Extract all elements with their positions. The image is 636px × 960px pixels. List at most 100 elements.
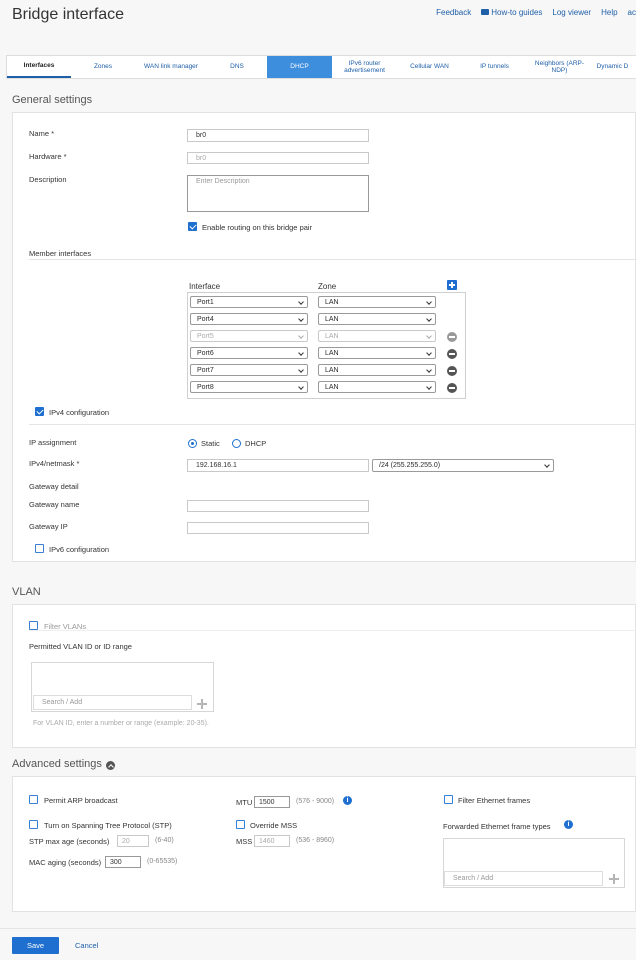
tab-ip-tunnels[interactable]: IP tunnels [462, 56, 527, 78]
member-zone-select[interactable]: LAN [318, 381, 436, 393]
mac-aging-hint: (0-65535) [147, 858, 178, 865]
filter-frames-label: Filter Ethernet frames [458, 796, 531, 805]
vlan-title: VLAN [12, 586, 41, 598]
netmask-label: IPv4/netmask * [29, 459, 80, 468]
advanced-settings-title: Advanced settings [12, 758, 102, 770]
mss-label: MSS [236, 837, 253, 846]
permitted-vlan-label: Permitted VLAN ID or ID range [29, 642, 132, 651]
tab-zones[interactable]: Zones [71, 56, 135, 78]
tab-dhcp[interactable]: DHCP [267, 56, 332, 78]
tab-dynamic-dns[interactable]: Dynamic D [592, 56, 633, 78]
frame-types-label: Forwarded Ethernet frame types [443, 822, 551, 831]
top-links: Feedback How-to guides Log viewer Help a… [436, 8, 636, 17]
save-button[interactable]: Save [12, 937, 59, 954]
logviewer-link[interactable]: Log viewer [552, 8, 591, 17]
mac-aging-input[interactable]: 300 [105, 856, 141, 868]
help-link[interactable]: Help [601, 8, 617, 17]
filter-frames-checkbox[interactable] [444, 795, 453, 804]
member-zone-select[interactable]: LAN [318, 313, 436, 325]
tab-wan-link-manager[interactable]: WAN link manager [135, 56, 207, 78]
member-port-select[interactable]: Port6 [190, 347, 308, 359]
member-zone-select[interactable]: LAN [318, 296, 436, 308]
member-zone-select[interactable]: LAN [318, 364, 436, 376]
member-port-select[interactable]: Port8 [190, 381, 308, 393]
general-settings-title: General settings [12, 94, 93, 106]
vlan-add-icon[interactable] [197, 699, 207, 709]
tab-neighbors[interactable]: Neighbors (ARP-NDP) [527, 56, 592, 78]
member-port-select: Port5 [190, 330, 308, 342]
description-placeholder: Enter Description [196, 178, 250, 185]
name-input[interactable]: br0 [187, 129, 369, 142]
static-label: Static [201, 439, 220, 448]
member-interfaces-label: Member interfaces [29, 249, 92, 258]
name-label: Name * [29, 129, 55, 138]
collapse-icon[interactable] [106, 761, 115, 770]
member-divider [29, 259, 636, 260]
ip-address-input[interactable]: 192.168.16.1 [187, 459, 369, 472]
ipv6-label: IPv6 configuration [49, 545, 110, 554]
remove-member-icon [447, 332, 457, 342]
remove-member-icon[interactable] [447, 383, 457, 393]
mss-input: 1460 [254, 835, 290, 847]
ip-assignment-label: IP assignment [29, 438, 77, 447]
howto-link[interactable]: How-to guides [481, 8, 542, 17]
gateway-name-label: Gateway name [29, 500, 80, 509]
mtu-hint: (576 - 9000) [296, 798, 335, 805]
tab-ipv6-router-advertisement[interactable]: IPv6 router advertisement [332, 56, 397, 78]
stp-age-hint: (6-40) [155, 837, 174, 844]
routing-checkbox[interactable] [188, 222, 197, 231]
description-textarea[interactable]: Enter Description [187, 175, 369, 212]
col-interface-header: Interface [189, 282, 221, 291]
frame-types-add-icon[interactable] [609, 874, 619, 884]
member-port-select[interactable]: Port4 [190, 313, 308, 325]
footer-divider [0, 928, 636, 929]
tab-cellular-wan[interactable]: Cellular WAN [397, 56, 462, 78]
mss-hint: (536 - 8960) [296, 837, 335, 844]
arp-broadcast-checkbox[interactable] [29, 795, 38, 804]
frame-types-info-icon[interactable]: i [564, 820, 573, 829]
gateway-ip-label: Gateway IP [29, 522, 68, 531]
feedback-link[interactable]: Feedback [436, 8, 471, 17]
add-member-icon[interactable] [447, 280, 457, 290]
member-zone-select[interactable]: LAN [318, 347, 436, 359]
stp-checkbox[interactable] [29, 820, 38, 829]
netmask-select[interactable]: /24 (255.255.255.0) [372, 459, 554, 472]
gateway-name-input[interactable] [187, 500, 369, 512]
static-radio[interactable] [188, 439, 197, 448]
remove-member-icon[interactable] [447, 349, 457, 359]
tab-interfaces[interactable]: Interfaces [7, 56, 71, 78]
tab-dns[interactable]: DNS [207, 56, 267, 78]
override-mss-label: Override MSS [250, 821, 298, 830]
ipv6-checkbox[interactable] [35, 544, 44, 553]
user-link[interactable]: ac [628, 8, 636, 17]
stp-label: Turn on Spanning Tree Protocol (STP) [44, 821, 172, 830]
mtu-label: MTU [236, 798, 253, 807]
mac-aging-label: MAC aging (seconds) [29, 858, 102, 867]
video-icon [481, 8, 490, 15]
override-mss-checkbox[interactable] [236, 820, 245, 829]
cancel-button[interactable]: Cancel [75, 941, 98, 950]
ipv4-divider [29, 424, 636, 425]
gateway-ip-input[interactable] [187, 522, 369, 534]
mtu-info-icon[interactable]: i [343, 796, 352, 805]
remove-member-icon[interactable] [447, 366, 457, 376]
mtu-input[interactable]: 1500 [254, 796, 290, 808]
member-port-select[interactable]: Port1 [190, 296, 308, 308]
member-port-select[interactable]: Port7 [190, 364, 308, 376]
filter-vlans-checkbox[interactable] [29, 621, 38, 630]
stp-age-label: STP max age (seconds) [29, 837, 110, 846]
frame-types-search-input[interactable]: Search / Add [444, 871, 603, 886]
dhcp-radio[interactable] [232, 439, 241, 448]
tab-bar: Interfaces Zones WAN link manager DNS DH… [6, 55, 636, 79]
vlan-search-input[interactable]: Search / Add [33, 695, 192, 710]
page-title: Bridge interface [12, 6, 125, 23]
vlan-divider [29, 630, 636, 631]
member-zone-select: LAN [318, 330, 436, 342]
hardware-input: br0 [187, 152, 369, 164]
arp-broadcast-label: Permit ARP broadcast [44, 796, 118, 805]
ipv4-checkbox[interactable] [35, 407, 44, 416]
stp-age-input: 20 [117, 835, 149, 847]
routing-label: Enable routing on this bridge pair [202, 223, 313, 232]
col-zone-header: Zone [318, 282, 337, 291]
ipv4-label: IPv4 configuration [49, 408, 110, 417]
